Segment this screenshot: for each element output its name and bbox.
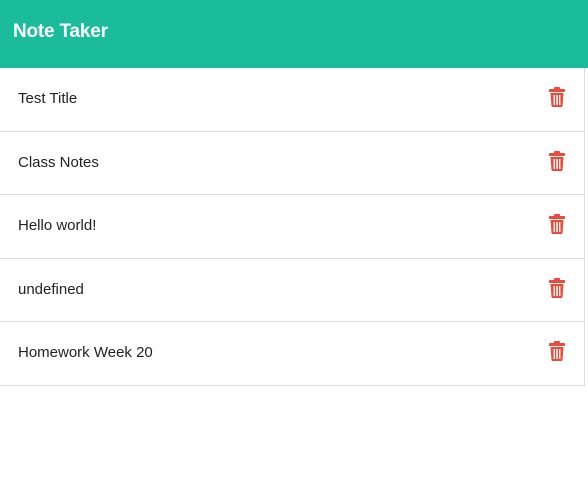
note-list: Test Title Class Notes Hello world! unde… bbox=[0, 68, 585, 386]
list-item[interactable]: Homework Week 20 bbox=[0, 322, 584, 386]
trash-icon bbox=[549, 87, 565, 107]
note-title: Hello world! bbox=[18, 217, 97, 234]
list-item[interactable]: Test Title bbox=[0, 68, 584, 132]
delete-note-button[interactable] bbox=[548, 87, 566, 107]
trash-icon bbox=[549, 341, 565, 361]
trash-icon bbox=[549, 277, 565, 298]
delete-note-button[interactable] bbox=[548, 341, 566, 361]
delete-note-button[interactable] bbox=[548, 277, 566, 298]
note-title: Homework Week 20 bbox=[18, 344, 153, 361]
list-item[interactable]: Hello world! bbox=[0, 195, 584, 259]
note-title: Class Notes bbox=[18, 153, 99, 171]
note-title: Test Title bbox=[18, 90, 78, 107]
navbar: Note Taker bbox=[0, 0, 588, 68]
app-title[interactable]: Note Taker bbox=[13, 21, 108, 43]
note-title: undefined bbox=[18, 280, 84, 298]
list-item[interactable]: undefined bbox=[0, 259, 584, 322]
delete-note-button[interactable] bbox=[548, 214, 566, 234]
delete-note-button[interactable] bbox=[548, 150, 566, 171]
trash-icon bbox=[549, 214, 565, 234]
list-item[interactable]: Class Notes bbox=[0, 132, 584, 195]
trash-icon bbox=[549, 150, 565, 171]
